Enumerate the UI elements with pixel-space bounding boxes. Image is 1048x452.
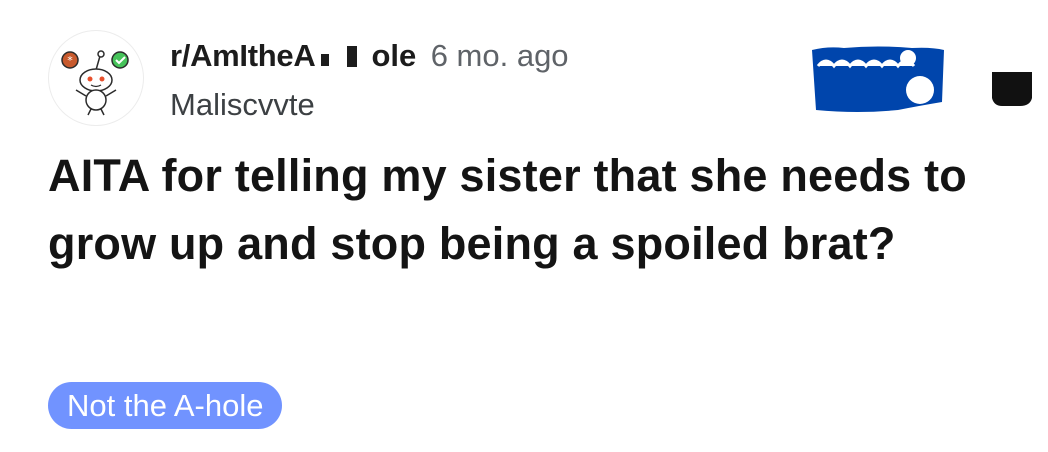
post-title[interactable]: AITA for telling my sister that she need…: [48, 142, 1038, 278]
redaction-mark: [311, 36, 372, 76]
overflow-menu-button[interactable]: [990, 70, 1034, 108]
author-username[interactable]: Maliscvvte: [170, 85, 315, 125]
svg-text:*: *: [67, 54, 73, 67]
overflow-menu-icon: [992, 72, 1032, 106]
subreddit-name[interactable]: r/AmItheA: [170, 38, 316, 73]
community-avatar[interactable]: *: [48, 30, 144, 126]
post-meta: r/AmItheA ole 6 mo. ago: [170, 36, 569, 76]
post-age: 6 mo. ago: [430, 38, 569, 73]
join-button[interactable]: [808, 44, 948, 116]
subreddit-name-end[interactable]: ole: [371, 38, 416, 73]
snoo-avatar-icon: *: [61, 50, 129, 116]
post-flair[interactable]: Not the A-hole: [48, 382, 283, 429]
